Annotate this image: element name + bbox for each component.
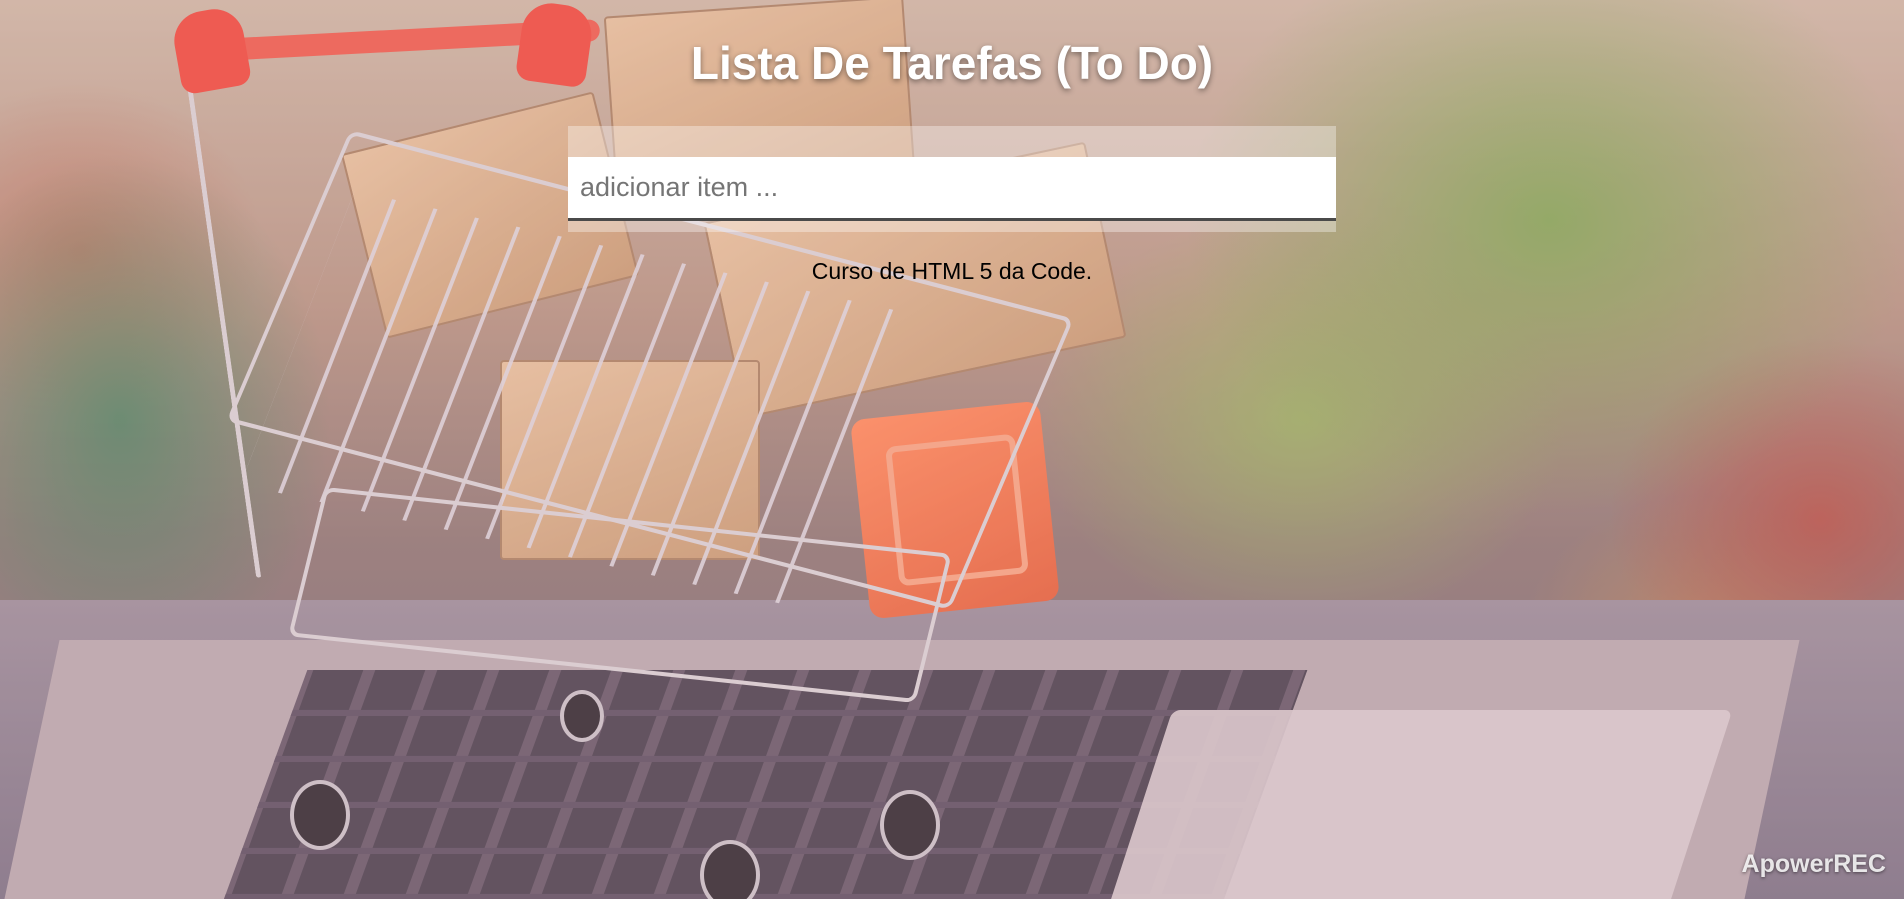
recorder-watermark: ApowerREC (1741, 850, 1886, 878)
add-item-input[interactable] (568, 157, 1336, 221)
course-credit: Curso de HTML 5 da Code. (811, 258, 1093, 284)
page-title: Lista De Tarefas (To Do) (690, 37, 1214, 89)
